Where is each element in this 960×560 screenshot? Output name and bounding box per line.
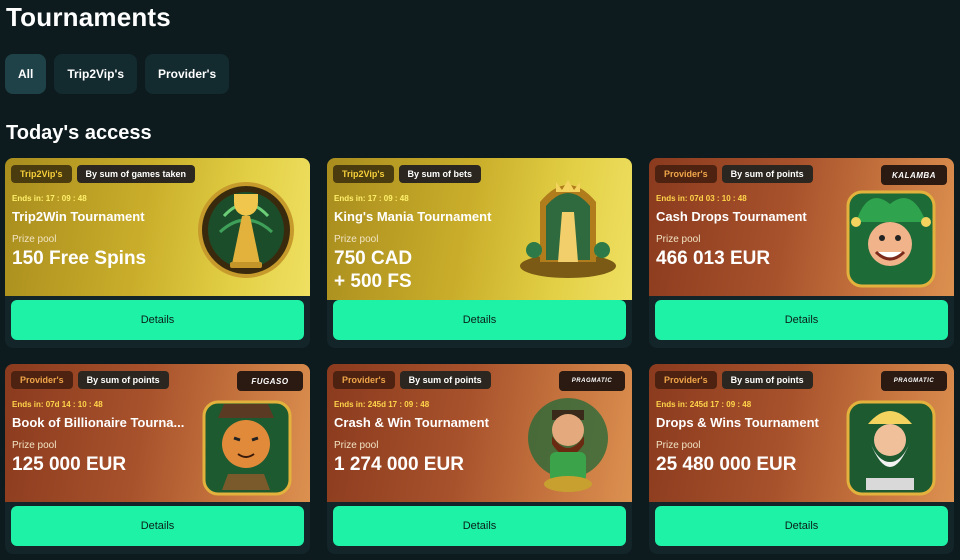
type-tag: Provider's (11, 371, 73, 389)
tournament-card: Provider's By sum of points KALAMBA Ends… (649, 158, 954, 348)
tournament-card: Provider's By sum of points PRAGMATIC En… (327, 364, 632, 554)
tournament-name: Trip2Win Tournament (12, 209, 145, 224)
prize-pool-label: Prize pool (656, 234, 701, 245)
prize-pool-line-1: 750 CAD (334, 248, 413, 269)
tournament-name: Drops & Wins Tournament (656, 415, 819, 430)
zeus-icon (846, 400, 936, 496)
prize-pool-label: Prize pool (12, 440, 57, 451)
type-tag: Trip2Vip's (11, 165, 72, 183)
type-tag: Trip2Vip's (333, 165, 394, 183)
tournament-name: Crash & Win Tournament (334, 415, 489, 430)
card-banner: Provider's By sum of points KALAMBA Ends… (649, 158, 954, 296)
prize-pool-label: Prize pool (334, 440, 379, 451)
details-button[interactable]: Details (333, 506, 626, 546)
countdown: Ends in: 07d 03 : 10 : 48 (656, 194, 747, 203)
mode-tag: By sum of points (399, 371, 491, 389)
tournament-card: Provider's By sum of points PRAGMATIC En… (649, 364, 954, 554)
filter-all[interactable]: All (5, 54, 47, 94)
type-tag: Provider's (655, 371, 717, 389)
tournament-name: Cash Drops Tournament (656, 209, 807, 224)
mode-tag: By sum of points (77, 371, 169, 389)
tiger-icon (202, 400, 292, 496)
tournament-card: Provider's By sum of points FUGASO Ends … (5, 364, 310, 554)
countdown: Ends in: 07d 14 : 10 : 48 (12, 400, 103, 409)
page-title: Tournaments (6, 2, 171, 32)
trophy-icon (198, 182, 294, 278)
card-banner: Trip2Vip's By sum of bets Ends in: 17 : … (327, 158, 632, 300)
card-banner: Trip2Vip's By sum of games taken Ends in… (5, 158, 310, 296)
filter-trip2vips[interactable]: Trip2Vip's (54, 54, 137, 94)
tournament-name: King's Mania Tournament (334, 209, 492, 224)
prize-pool-value: 466 013 EUR (656, 248, 771, 269)
tournament-grid: Trip2Vip's By sum of games taken Ends in… (5, 158, 954, 554)
throne-icon (520, 180, 616, 278)
card-banner: Provider's By sum of points PRAGMATIC En… (649, 364, 954, 502)
card-banner: Provider's By sum of points FUGASO Ends … (5, 364, 310, 502)
details-button[interactable]: Details (11, 506, 304, 546)
details-button[interactable]: Details (655, 506, 948, 546)
prize-pool-value: 750 CAD + 500 FS (334, 247, 412, 293)
jester-icon (846, 190, 936, 288)
miner-icon (528, 398, 608, 492)
details-button[interactable]: Details (11, 300, 304, 340)
prize-pool-value: 25 480 000 EUR (656, 454, 797, 475)
mode-tag: By sum of points (721, 371, 813, 389)
countdown: Ends in: 245d 17 : 09 : 48 (334, 400, 430, 409)
prize-pool-label: Prize pool (334, 234, 379, 245)
section-title: Today's access (6, 122, 152, 144)
countdown: Ends in: 17 : 09 : 48 (12, 194, 87, 203)
mode-tag: By sum of games taken (76, 165, 196, 183)
prize-pool-label: Prize pool (12, 234, 57, 245)
tournament-card: Trip2Vip's By sum of bets Ends in: 17 : … (327, 158, 632, 348)
filter-tabs: All Trip2Vip's Provider's (5, 54, 230, 94)
countdown: Ends in: 17 : 09 : 48 (334, 194, 409, 203)
mode-tag: By sum of points (721, 165, 813, 183)
details-button[interactable]: Details (333, 300, 626, 340)
prize-pool-value: 150 Free Spins (12, 248, 147, 269)
tournament-name: Book of Billionaire Tourna... (12, 415, 185, 430)
details-button[interactable]: Details (655, 300, 948, 340)
tournament-card: Trip2Vip's By sum of games taken Ends in… (5, 158, 310, 348)
prize-pool-value: 1 274 000 EUR (334, 454, 464, 475)
filter-providers[interactable]: Provider's (145, 54, 230, 94)
mode-tag: By sum of bets (398, 165, 482, 183)
card-banner: Provider's By sum of points PRAGMATIC En… (327, 364, 632, 502)
prize-pool-label: Prize pool (656, 440, 701, 451)
type-tag: Provider's (655, 165, 717, 183)
countdown: Ends in: 245d 17 : 09 : 48 (656, 400, 752, 409)
prize-pool-value: 125 000 EUR (12, 454, 127, 475)
prize-pool-line-2: + 500 FS (334, 271, 412, 292)
type-tag: Provider's (333, 371, 395, 389)
